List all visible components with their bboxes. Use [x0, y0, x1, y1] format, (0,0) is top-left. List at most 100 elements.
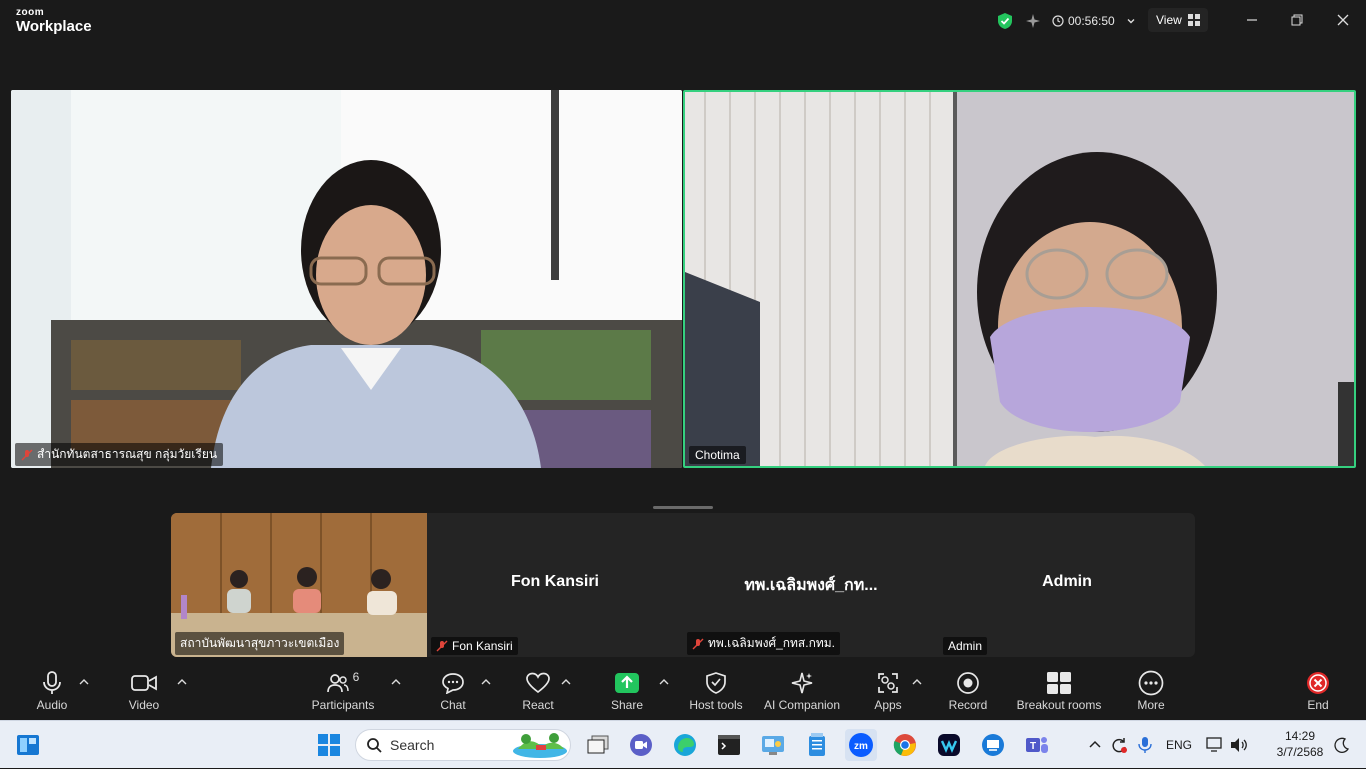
chat-button[interactable]: Chat [430, 668, 476, 720]
audio-label: Audio [36, 698, 68, 712]
mic-muted-icon [436, 640, 448, 652]
ai-sparkle-icon[interactable] [1024, 12, 1042, 30]
video-tile-1[interactable]: สำนักทันตสาธารณสุข กลุ่มวัยเรียน [11, 90, 682, 468]
clock-icon [1052, 15, 1064, 27]
input-language[interactable]: ENG [1166, 738, 1192, 752]
more-label: More [1137, 698, 1165, 712]
record-icon [957, 672, 979, 694]
participant-name-tag: Admin [943, 637, 988, 655]
gallery-resize-handle[interactable] [653, 506, 713, 509]
video-options-chevron-icon[interactable] [177, 678, 187, 686]
breakout-rooms-label: Breakout rooms [1016, 698, 1102, 712]
share-label: Share [610, 698, 644, 712]
remote-desktop-icon [982, 734, 1004, 756]
end-label: End [1307, 698, 1329, 712]
end-button[interactable]: End [1298, 668, 1338, 720]
record-button[interactable]: Record [946, 668, 990, 720]
end-meeting-icon [1307, 672, 1329, 694]
start-button[interactable] [313, 729, 345, 761]
widgets-button[interactable] [12, 729, 44, 761]
volume-icon[interactable] [1230, 737, 1248, 753]
microphone-in-use-icon[interactable] [1138, 736, 1152, 754]
meeting-toolbar: Audio Video 6 Participants Chat React Sh… [0, 668, 1366, 720]
control-panel-icon [762, 736, 784, 755]
video-gallery: สำนักทันตสาธารณสุข กลุ่มวัยเรียน Chotima… [0, 44, 1366, 668]
breakout-rooms-button[interactable]: Breakout rooms [1014, 668, 1104, 720]
participants-count: 6 [352, 670, 360, 684]
react-label: React [522, 698, 554, 712]
react-button[interactable]: React [515, 668, 561, 720]
svg-text:T: T [1030, 741, 1036, 752]
taskbar-app-meet[interactable] [625, 729, 657, 761]
participant-video-feed [11, 90, 682, 468]
chat-options-chevron-icon[interactable] [481, 678, 491, 686]
share-button[interactable]: Share [605, 668, 649, 720]
taskbar-app-zoom[interactable]: zm [845, 729, 877, 761]
clock-date: 3/7/2568 [1276, 745, 1324, 759]
taskbar-app-teams[interactable]: T [1021, 729, 1053, 761]
filmstrip-tile-2[interactable]: Fon Kansiri Fon Kansiri [427, 513, 683, 657]
apps-options-chevron-icon[interactable] [912, 678, 922, 686]
ai-companion-button[interactable]: AI Companion [760, 668, 844, 720]
brand-small: zoom [16, 7, 45, 18]
react-options-chevron-icon[interactable] [561, 678, 571, 686]
brand-large: Workplace [16, 18, 92, 35]
video-label: Video [128, 698, 160, 712]
chat-label: Chat [440, 698, 466, 712]
participants-options-chevron-icon[interactable] [391, 678, 401, 686]
chat-bubble-icon [442, 673, 464, 694]
ai-companion-sparkle-icon [791, 672, 813, 694]
share-options-chevron-icon[interactable] [659, 678, 669, 686]
participants-button[interactable]: 6 Participants [310, 668, 376, 720]
more-icon [1138, 670, 1164, 696]
mic-muted-icon [21, 449, 33, 460]
notifications-button[interactable] [1330, 729, 1354, 761]
taskbar-app-remote[interactable] [977, 729, 1009, 761]
taskbar-app-webex[interactable] [933, 729, 965, 761]
taskbar-app-terminal[interactable] [713, 729, 745, 761]
close-window-button[interactable] [1323, 8, 1363, 32]
system-tray: ENG [1088, 721, 1248, 769]
apps-button[interactable]: Apps [866, 668, 910, 720]
video-tile-2-active-speaker[interactable]: Chotima [683, 90, 1356, 468]
participant-name-tag: ทพ.เฉลิมพงศ์_กทส.กทม. [687, 632, 841, 655]
view-button[interactable]: View [1148, 8, 1208, 32]
taskbar-search-box[interactable]: Search [355, 729, 571, 761]
encryption-shield-icon[interactable] [996, 12, 1014, 30]
meeting-status: 00:56:50 [996, 8, 1137, 34]
restore-button[interactable] [1277, 8, 1317, 32]
filmstrip-tile-3[interactable]: ทพ.เฉลิมพงศ์_กท... ทพ.เฉลิมพงศ์_กทส.กทม. [683, 513, 939, 657]
participant-name: ทพ.เฉลิมพงศ์_กทส.กทม. [708, 636, 836, 650]
do-not-disturb-moon-icon [1334, 737, 1350, 753]
host-tools-button[interactable]: Host tools [686, 668, 746, 720]
host-shield-icon [706, 672, 726, 694]
taskbar-clock[interactable]: 14:29 3/7/2568 [1268, 728, 1332, 760]
more-button[interactable]: More [1128, 668, 1174, 720]
audio-button[interactable]: Audio [30, 668, 74, 720]
meeting-timer[interactable]: 00:56:50 [1052, 14, 1137, 28]
windows-start-icon [318, 734, 340, 756]
taskbar-app-chrome[interactable] [889, 729, 921, 761]
taskbar-app-notepad[interactable] [801, 729, 833, 761]
apps-icon [878, 673, 898, 693]
taskbar-app-edge[interactable] [669, 729, 701, 761]
participant-name-tag: สำนักทันตสาธารณสุข กลุ่มวัยเรียน [15, 443, 224, 466]
minimize-button[interactable] [1232, 8, 1272, 32]
taskbar-app-control-panel[interactable] [757, 729, 789, 761]
network-icon[interactable] [1206, 737, 1224, 753]
timer-text: 00:56:50 [1068, 14, 1115, 28]
video-button[interactable]: Video [122, 668, 166, 720]
participant-display-name: Admin [1042, 573, 1092, 590]
audio-options-chevron-icon[interactable] [79, 678, 89, 686]
filmstrip-tile-1[interactable]: สถาบันพัฒนาสุขภาวะเขตเมือง [171, 513, 427, 657]
task-view-button[interactable] [582, 729, 614, 761]
chevron-down-icon [1127, 19, 1135, 24]
notepad-icon [809, 733, 825, 756]
title-bar: zoom Workplace 00:56:50 View [0, 0, 1366, 44]
chevron-up-icon[interactable] [1088, 738, 1102, 752]
participant-name-tag: สถาบันพัฒนาสุขภาวะเขตเมือง [175, 632, 345, 655]
refresh-status-icon[interactable] [1110, 736, 1128, 754]
participant-display-name: ทพ.เฉลิมพงศ์_กท... [744, 577, 878, 594]
breakout-rooms-icon [1047, 672, 1071, 694]
filmstrip-tile-4[interactable]: Admin Admin [939, 513, 1195, 657]
